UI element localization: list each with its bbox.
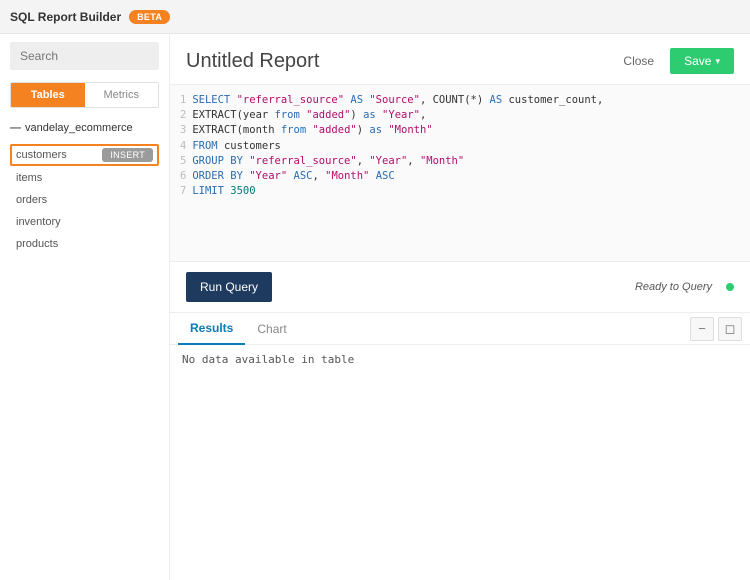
close-link[interactable]: Close: [623, 54, 654, 68]
code-line: 1SELECT "referral_source" AS "Source", C…: [180, 93, 740, 108]
code-line: 3EXTRACT(month from "added") as "Month": [180, 123, 740, 138]
db-toggle[interactable]: — vandelay_ecommerce: [10, 118, 159, 138]
status-label: Ready to Query: [635, 281, 712, 293]
table-name: items: [16, 172, 42, 184]
table-item-orders[interactable]: orders: [10, 190, 159, 210]
run-query-button[interactable]: Run Query: [186, 272, 272, 302]
runbar: Run Query Ready to Query: [170, 262, 750, 312]
table-name: customers: [16, 149, 67, 161]
no-data-message: No data available in table: [170, 345, 750, 374]
content: Untitled Report Close Save ▾ 1SELECT "re…: [170, 34, 750, 580]
chevron-down-icon: ▾: [715, 56, 720, 67]
results-area: Results Chart − ◻ No data available in t…: [170, 312, 750, 374]
save-label: Save: [684, 54, 711, 68]
line-number: 2: [180, 109, 186, 121]
tab-chart[interactable]: Chart: [245, 314, 298, 344]
code-line: 5GROUP BY "referral_source", "Year", "Mo…: [180, 154, 740, 169]
table-list: customers INSERT items orders inventory produ…: [10, 144, 159, 254]
table-item-items[interactable]: items: [10, 168, 159, 188]
save-button[interactable]: Save ▾: [670, 48, 734, 74]
line-number: 3: [180, 124, 186, 136]
table-name: inventory: [16, 216, 61, 228]
sidebar-tabs: Tables Metrics: [10, 82, 159, 108]
code-line: 6ORDER BY "Year" ASC, "Month" ASC: [180, 169, 740, 184]
beta-badge: BETA: [129, 10, 170, 24]
result-tabs: Results Chart − ◻: [170, 313, 750, 345]
result-tools: − ◻: [690, 317, 742, 341]
main: Tables Metrics — vandelay_ecommerce cust…: [0, 34, 750, 580]
report-title[interactable]: Untitled Report: [186, 50, 613, 73]
code-line: 2EXTRACT(year from "added") as "Year",: [180, 108, 740, 123]
line-number: 6: [180, 170, 186, 182]
tab-results[interactable]: Results: [178, 313, 245, 345]
table-name: orders: [16, 194, 47, 206]
table-item-products[interactable]: products: [10, 234, 159, 254]
line-number: 4: [180, 140, 186, 152]
db-group: — vandelay_ecommerce customers INSERT item…: [10, 118, 159, 254]
line-number: 1: [180, 94, 186, 106]
tab-tables[interactable]: Tables: [11, 83, 85, 107]
code-line: 4FROM customers: [180, 139, 740, 154]
minus-icon: −: [698, 321, 706, 336]
header-row: Untitled Report Close Save ▾: [170, 34, 750, 84]
line-number: 7: [180, 185, 186, 197]
window-icon: ◻: [725, 321, 736, 337]
maximize-button[interactable]: ◻: [718, 317, 742, 341]
topbar: SQL Report Builder BETA: [0, 0, 750, 34]
table-item-inventory[interactable]: inventory: [10, 212, 159, 232]
tab-metrics[interactable]: Metrics: [85, 83, 159, 107]
app-title: SQL Report Builder: [10, 10, 121, 24]
db-name: vandelay_ecommerce: [25, 122, 133, 134]
insert-button[interactable]: INSERT: [102, 148, 153, 162]
search-input[interactable]: [10, 42, 159, 70]
collapse-icon: —: [10, 122, 21, 134]
table-name: products: [16, 238, 58, 250]
minimize-button[interactable]: −: [690, 317, 714, 341]
sql-editor[interactable]: 1SELECT "referral_source" AS "Source", C…: [170, 84, 750, 262]
table-item-customers[interactable]: customers INSERT: [10, 144, 159, 166]
status-dot-icon: [726, 283, 734, 291]
code-line: 7LIMIT 3500: [180, 184, 740, 199]
line-number: 5: [180, 155, 186, 167]
sidebar: Tables Metrics — vandelay_ecommerce cust…: [0, 34, 170, 580]
